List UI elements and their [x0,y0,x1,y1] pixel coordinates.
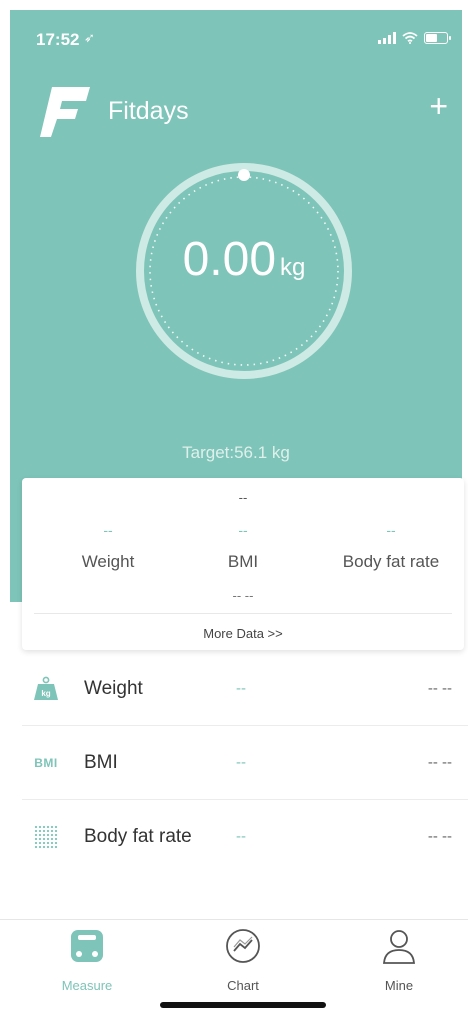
summary-body-fat: -- Body fat rate [316,522,466,572]
metric-label: BMI [84,752,118,773]
more-data-link[interactable]: More Data >> [22,626,464,641]
battery-icon [424,32,451,44]
body-fat-icon [32,823,60,851]
status-bar: 17:52 ➶ [10,10,462,54]
add-icon[interactable]: + [429,90,448,122]
dial-indicator [238,169,250,181]
tab-label: Mine [384,978,414,993]
metric-row-body-fat[interactable]: Body fat rate -- -- -- [0,800,468,874]
metric-date: -- -- [427,680,452,697]
location-arrow-icon: ➶ [84,30,95,45]
tab-chart[interactable]: Chart [173,920,313,1000]
metric-row-bmi[interactable]: BMI BMI -- -- -- [0,726,468,800]
metric-label: Weight [84,678,143,699]
tab-bar: Measure Chart Mine [0,919,468,1010]
user-icon [383,930,415,964]
screen: 17:52 ➶ Fitdays + 0.00 kg Target:56.1 kg… [0,0,468,1010]
bmi-icon-text: BMI [34,756,58,770]
tab-label: Chart [227,978,259,993]
target-weight: Target:56.1 kg [182,443,290,462]
scale-icon [71,930,103,962]
weight-value: 0.00 [182,233,277,286]
summary-top-value: -- [238,490,248,505]
wifi-icon [402,32,418,44]
summary-card: -- -- Weight -- BMI -- Body fat rate -- … [22,478,464,650]
metric-row-weight[interactable]: kg Weight -- -- -- [0,652,468,726]
metric-date: -- -- [427,828,452,845]
metric-label: Body fat rate [84,826,192,847]
summary-weight-value: -- [103,522,113,538]
fitdays-logo-icon [40,87,90,137]
metric-value: -- [236,754,246,771]
summary-body-fat-value: -- [386,522,396,538]
chart-icon [226,929,260,963]
summary-bmi: -- BMI [168,522,318,572]
signal-icon [378,32,396,44]
metric-value: -- [236,828,246,845]
metric-value: -- [236,680,246,697]
weight-readout: 0.00 kg [131,232,357,287]
weight-icon: kg [32,675,60,703]
summary-weight-label: Weight [81,552,135,571]
home-indicator [160,1002,326,1008]
bmi-icon: BMI [32,749,60,777]
summary-bmi-label: BMI [227,552,259,571]
svg-text:kg: kg [41,689,50,698]
summary-date: -- -- [232,588,254,603]
tab-mine[interactable]: Mine [329,920,468,1000]
weight-unit: kg [280,254,306,281]
status-time: 17:52 [36,30,80,49]
tab-label: Measure [61,978,113,993]
summary-body-fat-label: Body fat rate [342,552,440,571]
tab-measure[interactable]: Measure [17,920,157,1000]
summary-weight: -- Weight [33,522,183,572]
app-title: Fitdays [108,97,189,125]
status-icons [378,32,451,44]
summary-bmi-value: -- [238,522,248,538]
summary-divider [34,613,452,614]
metric-date: -- -- [427,754,452,771]
